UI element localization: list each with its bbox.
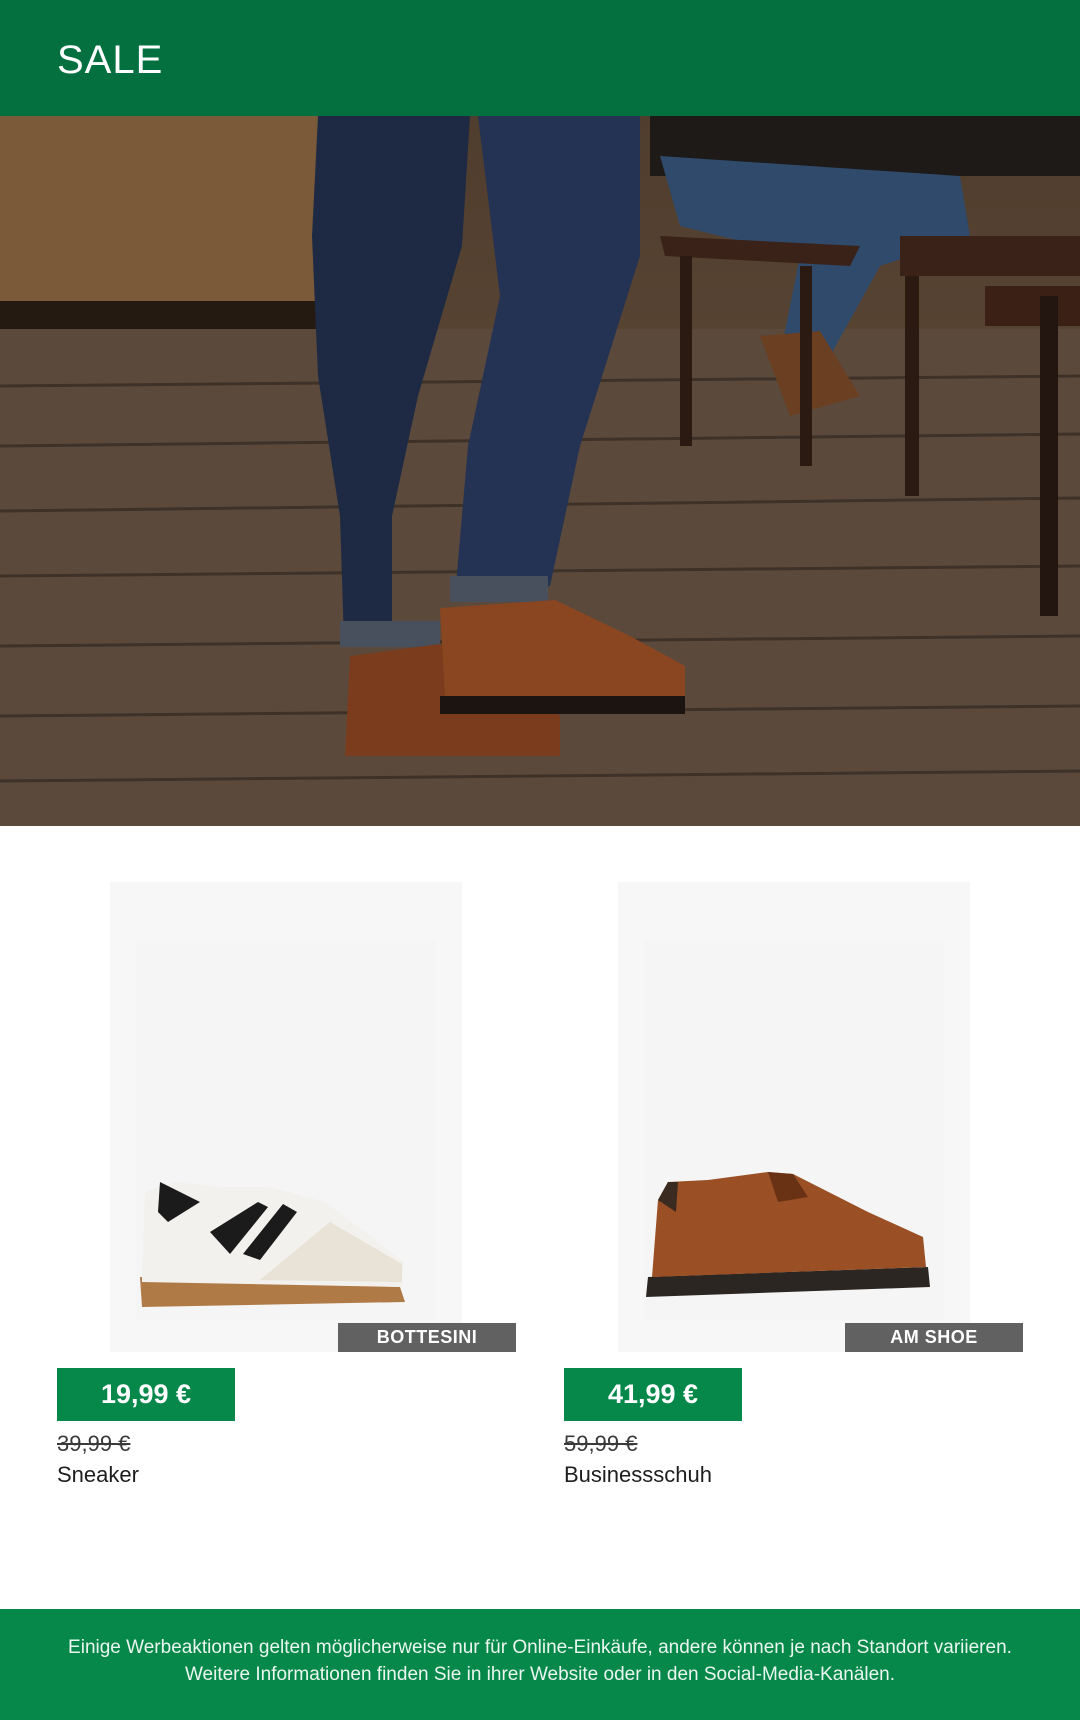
product-image-sneaker[interactable] [110,882,462,1352]
brand-tag-am-shoe: AM SHOE [845,1323,1023,1352]
page-title: SALE [57,38,164,82]
original-price: 39,99 € [57,1431,131,1456]
header-bar: SALE [0,0,1080,116]
disclaimer-text: Einige Werbeaktionen gelten möglicherwei… [68,1637,1012,1685]
product-name-link[interactable]: Sneaker [57,1461,139,1489]
product-image-businessschuh[interactable] [618,882,970,1352]
hero-photo [0,116,1080,826]
sneaker-shoe-icon [140,1182,405,1307]
footer-bar: Einige Werbeaktionen gelten möglicherwei… [0,1609,1080,1720]
hero-image[interactable] [0,116,1080,826]
brand-tag-bottesini: BOTTESINI [338,1323,516,1352]
original-price: 59,99 € [564,1431,638,1456]
product-name-link[interactable]: Businessschuh [564,1461,712,1489]
derby-shoe-icon [646,1172,930,1297]
sale-price: 41,99 € [564,1368,742,1421]
sale-price: 19,99 € [57,1368,235,1421]
